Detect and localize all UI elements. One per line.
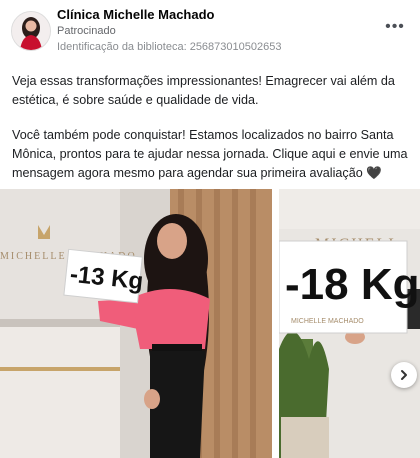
weight-loss-sign: -13 Kg [63,248,144,304]
post-header: Clínica Michelle Machado Patrocinado Ide… [0,0,420,64]
weight-loss-sign-2: -18 Kg MICHELLE MACHADO [279,240,419,334]
carousel-next-button[interactable] [391,362,417,388]
post-text-paragraph-2: Você também pode conquistar! Estamos loc… [12,128,408,180]
chevron-right-icon [401,370,407,380]
post-text-paragraph-1: Veja essas transformações impressionante… [12,74,395,107]
more-options-button[interactable]: ••• [384,18,406,36]
page-avatar[interactable] [11,11,51,51]
sponsored-label: Patrocinado [57,25,116,37]
image-carousel: MICHELLE MACHADO -13 Kg MICHELL [0,189,420,458]
carousel-card-2[interactable]: MICHELL -18 Kg MICHELLE MACHADO [279,189,420,458]
weight-loss-label-2: -18 Kg [285,260,419,309]
library-id: Identificação da biblioteca: 25687301050… [57,41,282,53]
carousel-card-1[interactable]: MICHELLE MACHADO -13 Kg [0,189,272,458]
sign-logo-text: MICHELLE MACHADO [291,318,364,325]
post-text: Veja essas transformações impressionante… [12,72,412,199]
more-horizontal-icon: ••• [385,18,405,35]
page-name[interactable]: Clínica Michelle Machado [57,7,215,22]
